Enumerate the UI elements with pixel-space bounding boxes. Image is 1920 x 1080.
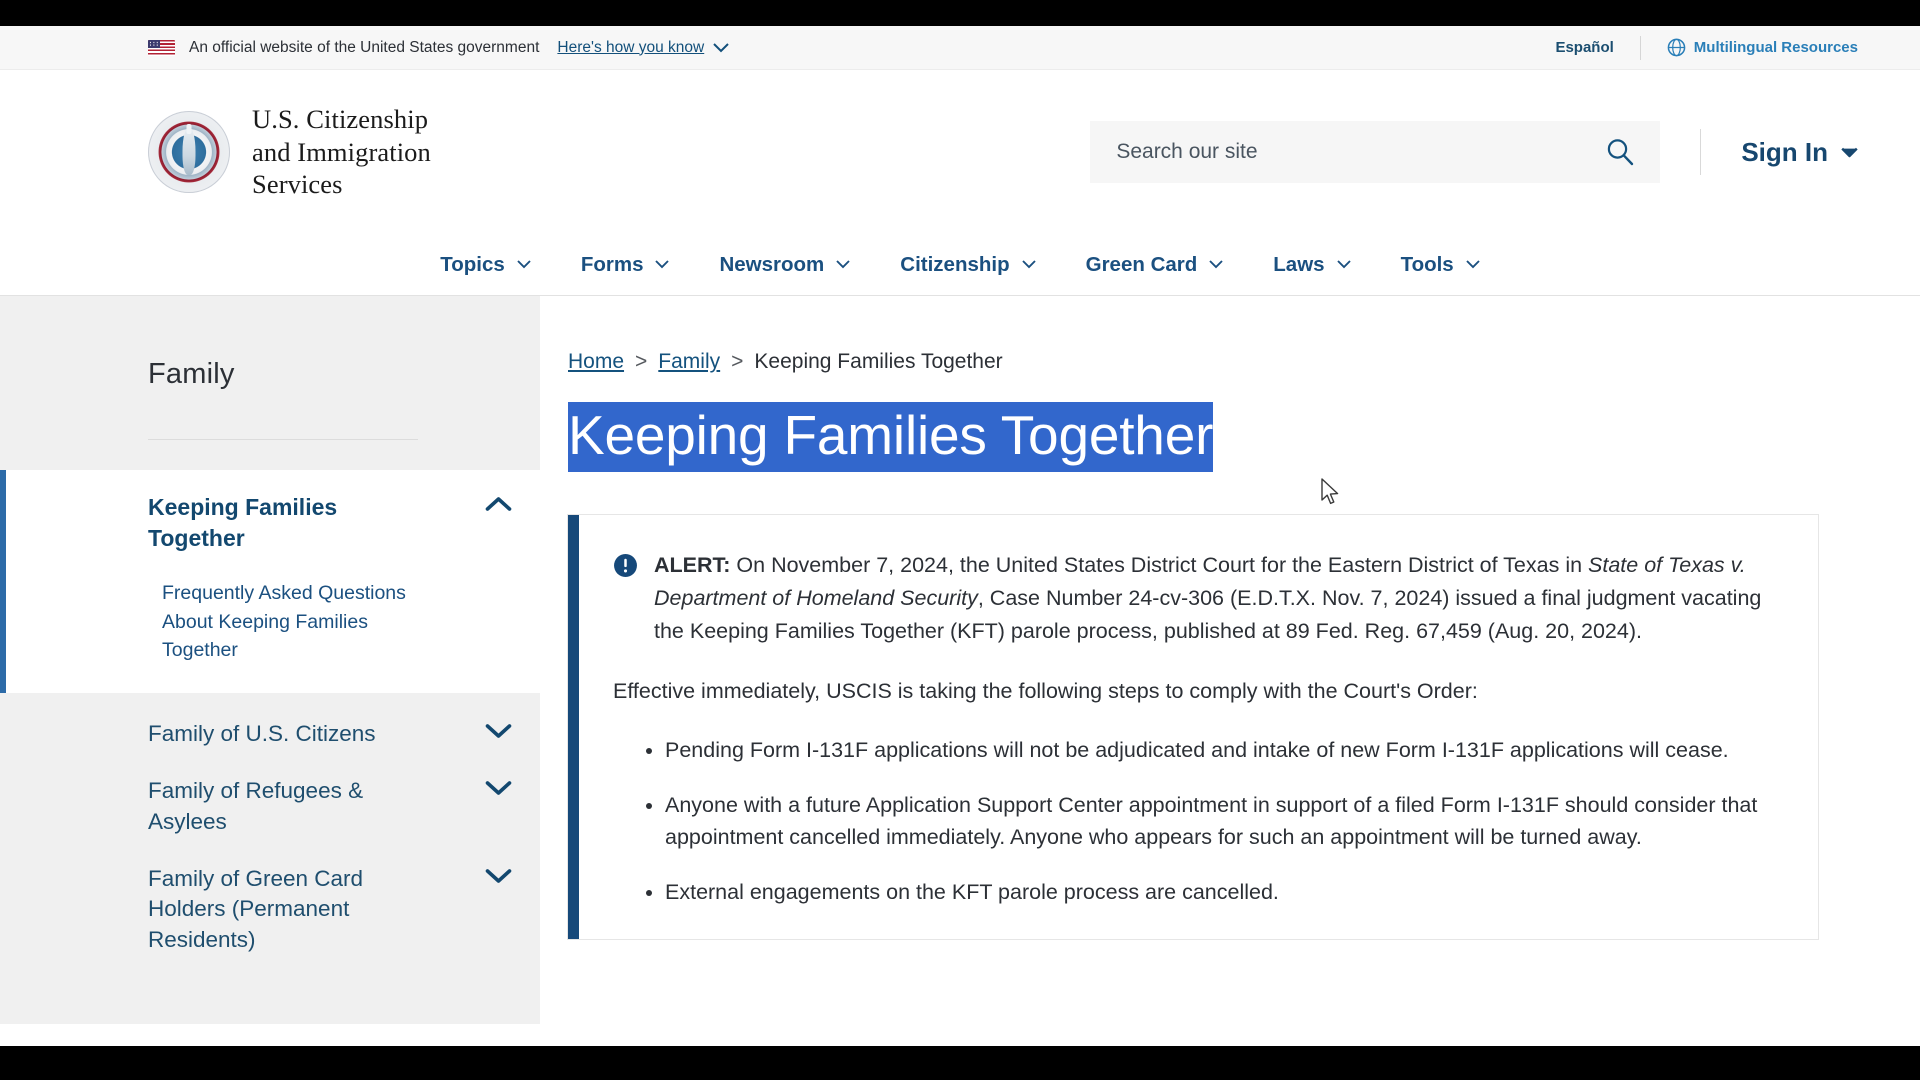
sidebar-item-label: Family of Refugees & Asylees xyxy=(148,777,364,834)
nav-item-laws[interactable]: Laws xyxy=(1248,253,1375,277)
search-icon xyxy=(1608,139,1634,166)
sidebar-active-label: Keeping Families Together xyxy=(148,494,338,551)
letterbox-top-bar xyxy=(0,0,1920,26)
government-banner: An official website of the United States… xyxy=(0,26,1920,70)
sidebar-heading: Family xyxy=(148,358,235,390)
us-flag-icon xyxy=(148,39,175,56)
letterbox-bottom-bar xyxy=(0,1046,1920,1080)
breadcrumb-link-family[interactable]: Family xyxy=(658,350,720,374)
alert-label: ALERT: xyxy=(654,553,731,578)
search-button[interactable] xyxy=(1602,136,1638,168)
nav-label: Citizenship xyxy=(900,252,1010,276)
logo-line-3: Services xyxy=(252,169,343,200)
nav-label: Tools xyxy=(1400,252,1454,276)
nav-item-topics[interactable]: Topics xyxy=(415,253,556,277)
multilingual-resources-link[interactable]: Multilingual Resources xyxy=(1667,38,1858,57)
chevron-down-icon xyxy=(1841,147,1858,157)
main-content: Home > Family > Keeping Families Togethe… xyxy=(540,296,1920,1024)
chevron-down-icon xyxy=(1336,260,1351,269)
page-title-selected-text: Keeping Families Together xyxy=(568,402,1213,472)
chevron-down-icon[interactable] xyxy=(485,868,512,884)
header-right: Sign In xyxy=(1090,121,1858,183)
chevron-down-icon xyxy=(1209,260,1223,269)
list-item: External engagements on the KFT parole p… xyxy=(665,876,1780,909)
site-search[interactable] xyxy=(1090,121,1661,183)
sidebar-item-label: Family of Green Card Holders (Permanent … xyxy=(148,865,364,953)
sidebar-subitem-faq[interactable]: Frequently Asked Questions About Keeping… xyxy=(148,579,448,665)
info-circle-icon xyxy=(613,553,638,583)
multilingual-resources-label: Multilingual Resources xyxy=(1693,39,1858,56)
list-item: Pending Form I-131F applications will no… xyxy=(665,734,1780,767)
nav-label: Forms xyxy=(580,252,644,276)
sidebar-item-family-of-green-card-holders[interactable]: Family of Green Card Holders (Permanent … xyxy=(0,838,540,956)
nav-label: Laws xyxy=(1273,252,1325,276)
uscis-logo-text: U.S. Citizenship and Immigration Service… xyxy=(252,103,431,202)
chevron-down-icon[interactable] xyxy=(485,723,512,739)
globe-icon xyxy=(1667,38,1686,57)
logo-line-1: U.S. Citizenship xyxy=(252,103,429,134)
breadcrumb-link-home[interactable]: Home xyxy=(568,350,624,374)
logo-line-2: and Immigration xyxy=(252,136,431,167)
alert-text-a: On November 7, 2024, the United States D… xyxy=(730,553,1589,578)
chevron-down-icon xyxy=(713,42,729,52)
nav-item-citizenship[interactable]: Citizenship xyxy=(875,253,1060,277)
chevron-up-icon[interactable] xyxy=(485,496,512,512)
banner-right-links: Español Multilingual Resources xyxy=(1555,35,1858,60)
nav-label: Green Card xyxy=(1085,252,1198,276)
breadcrumb-separator: > xyxy=(731,350,744,373)
breadcrumb-separator: > xyxy=(635,350,648,373)
chevron-down-icon xyxy=(836,260,850,269)
nav-label: Topics xyxy=(440,252,505,276)
sidebar-item-family-of-refugees-asylees[interactable]: Family of Refugees & Asylees xyxy=(0,750,540,838)
heres-how-you-know-link[interactable]: Here's how you know xyxy=(557,39,729,57)
nav-item-newsroom[interactable]: Newsroom xyxy=(694,253,875,277)
chevron-down-icon xyxy=(655,260,670,269)
uscis-seal-icon xyxy=(148,110,230,193)
header-divider xyxy=(1700,129,1702,175)
heres-how-you-know-label: Here's how you know xyxy=(557,38,705,56)
nav-item-green-card[interactable]: Green Card xyxy=(1061,253,1249,277)
uscis-logo[interactable]: U.S. Citizenship and Immigration Service… xyxy=(148,103,431,202)
chevron-down-icon xyxy=(1021,260,1036,269)
chevron-down-icon[interactable] xyxy=(485,780,512,796)
sidebar-item-keeping-families-together[interactable]: Keeping Families Together Frequently Ask… xyxy=(0,470,540,694)
alert-paragraph-1: ALERT: On November 7, 2024, the United S… xyxy=(654,549,1780,647)
espanol-link[interactable]: Español xyxy=(1555,39,1613,56)
sign-in-button[interactable]: Sign In xyxy=(1741,137,1858,168)
chevron-down-icon xyxy=(1466,260,1480,269)
browser-viewport: An official website of the United States… xyxy=(0,26,1920,1046)
sign-in-label: Sign In xyxy=(1741,136,1828,167)
alert-paragraph-2: Effective immediately, USCIS is taking t… xyxy=(613,679,1478,704)
main-navigation: Topics Forms Newsroom Citizenship Green … xyxy=(0,234,1920,296)
sidebar-item-family-of-us-citizens[interactable]: Family of U.S. Citizens xyxy=(0,693,540,750)
sidebar: Family Keeping Families Together Frequen… xyxy=(0,296,540,1024)
breadcrumb: Home > Family > Keeping Families Togethe… xyxy=(568,350,1820,374)
nav-item-forms[interactable]: Forms xyxy=(556,253,695,277)
official-website-text: An official website of the United States… xyxy=(189,38,540,56)
breadcrumb-current: Keeping Families Together xyxy=(754,350,1003,373)
site-header: U.S. Citizenship and Immigration Service… xyxy=(0,70,1920,234)
search-input[interactable] xyxy=(1116,140,1603,164)
sidebar-item-label: Family of U.S. Citizens xyxy=(148,721,376,747)
sidebar-divider xyxy=(148,439,418,440)
alert-banner: ALERT: On November 7, 2024, the United S… xyxy=(568,515,1818,939)
page-title: Keeping Families Together xyxy=(568,402,1820,472)
chevron-down-icon xyxy=(517,260,531,269)
nav-label: Newsroom xyxy=(719,252,825,276)
page-body: Family Keeping Families Together Frequen… xyxy=(0,296,1920,1024)
banner-divider xyxy=(1639,35,1641,60)
alert-bullet-list: Pending Form I-131F applications will no… xyxy=(613,734,1780,909)
nav-item-tools[interactable]: Tools xyxy=(1376,253,1505,277)
list-item: Anyone with a future Application Support… xyxy=(665,789,1780,854)
